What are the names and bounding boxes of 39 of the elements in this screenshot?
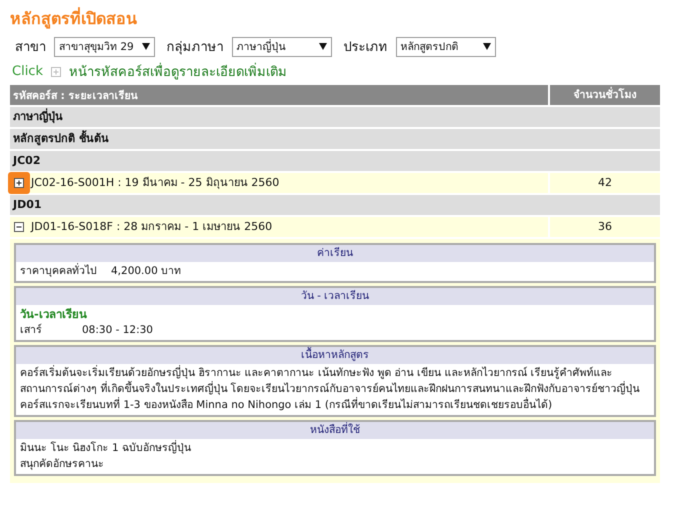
filter-label: สาขา	[15, 39, 46, 57]
group-row: JD01	[10, 195, 660, 215]
filter-dropdown[interactable]: หลักสูตรปกติ	[396, 36, 496, 56]
column-header: จำนวนชั่วโมง	[548, 85, 660, 105]
dropdown-arrow-icon	[318, 43, 327, 50]
group-row: ภาษาญี่ปุ่น	[10, 107, 660, 127]
column-header: รหัสคอร์ส : ระยะเวลาเรียน	[12, 88, 139, 104]
group-row: หลักสูตรปกติ ชั้นต้น	[10, 129, 660, 149]
section-text: สนุกคัดอักษรคานะ	[20, 457, 105, 472]
hint-text: หน้ารหัสคอร์สเพื่อดูรายละเอียดเพิ่มเติม	[68, 61, 287, 82]
schedule-time: 08:30 - 12:30	[82, 324, 153, 336]
filter-label: ประเภท	[344, 39, 388, 57]
dropdown-arrow-icon	[142, 43, 150, 50]
hint-click: Click	[12, 64, 43, 79]
schedule-subtitle: วัน-เวลาเรียน	[20, 306, 88, 322]
price-label: ราคาบุคคลทั่วไป	[20, 265, 97, 277]
schedule-day: เสาร์	[20, 324, 42, 336]
section-heading: เนื้อหาหลักสูตร	[16, 347, 654, 364]
filter-dropdown[interactable]: สาขาสุขุมวิท 29	[54, 36, 155, 56]
plus-icon	[14, 178, 24, 188]
section-text: มินนะ โนะ นิฮงโกะ 1 ฉบับอักษรญี่ปุ่น	[20, 440, 192, 456]
section-text: คอร์สเริ่มต้นจะเริ่มเรียนด้วยอักษรญี่ปุ่น ฮิรากานะ และคาตากานะ เน้นทักษะฟัง พูด อ่าน เขียน และหลักไวยากรณ์ เรียนรู้คำศัพท์และสถานการณ์ต่างๆ ที่เกิดขึ้นจริงในประเทศญี่ปุ่น โดยจะเรียนไวยากรณ์กับอาจารย์คนไทยและฝึกฝนการสนทนาและฝึกฟังกับอาจารย์ชาวญี่ปุ่น คอร์สแรกจะเรียนบทที่ 1-3 ของหนังสือ Minna no Nihongo เล่ม 1 (กรณีที่ขาดเรียนไม่สามารถเรียนชดเชยรอบอื่นได้)	[20, 365, 641, 413]
filter-dropdown[interactable]: ภาษาญี่ปุ่น	[232, 36, 332, 56]
plus-icon	[50, 66, 61, 76]
hours-cell: 42	[548, 173, 660, 193]
toggle-button[interactable]	[8, 172, 30, 194]
section-heading: วัน - เวลาเรียน	[16, 288, 654, 305]
price-value: 4,200.00 บาท	[111, 265, 182, 277]
section-heading: หนังสือที่ใช้	[16, 422, 654, 439]
hours-cell: 36	[548, 217, 660, 237]
page-title: หลักสูตรที่เปิดสอน	[10, 6, 138, 30]
filter-label: กลุ่มภาษา	[166, 39, 224, 57]
toggle-button[interactable]	[12, 220, 26, 234]
section-heading: ค่าเรียน	[16, 245, 654, 262]
minus-icon	[14, 222, 24, 232]
course-cell: JD01-16-S018F : 28 มกราคม - 1 เมษายน 2560	[10, 217, 548, 237]
dropdown-arrow-icon	[482, 43, 491, 50]
course-cell: JC02-16-S001H : 19 มีนาคม - 25 มิถุนายน 2560	[10, 173, 548, 193]
group-row: JC02	[10, 151, 660, 171]
